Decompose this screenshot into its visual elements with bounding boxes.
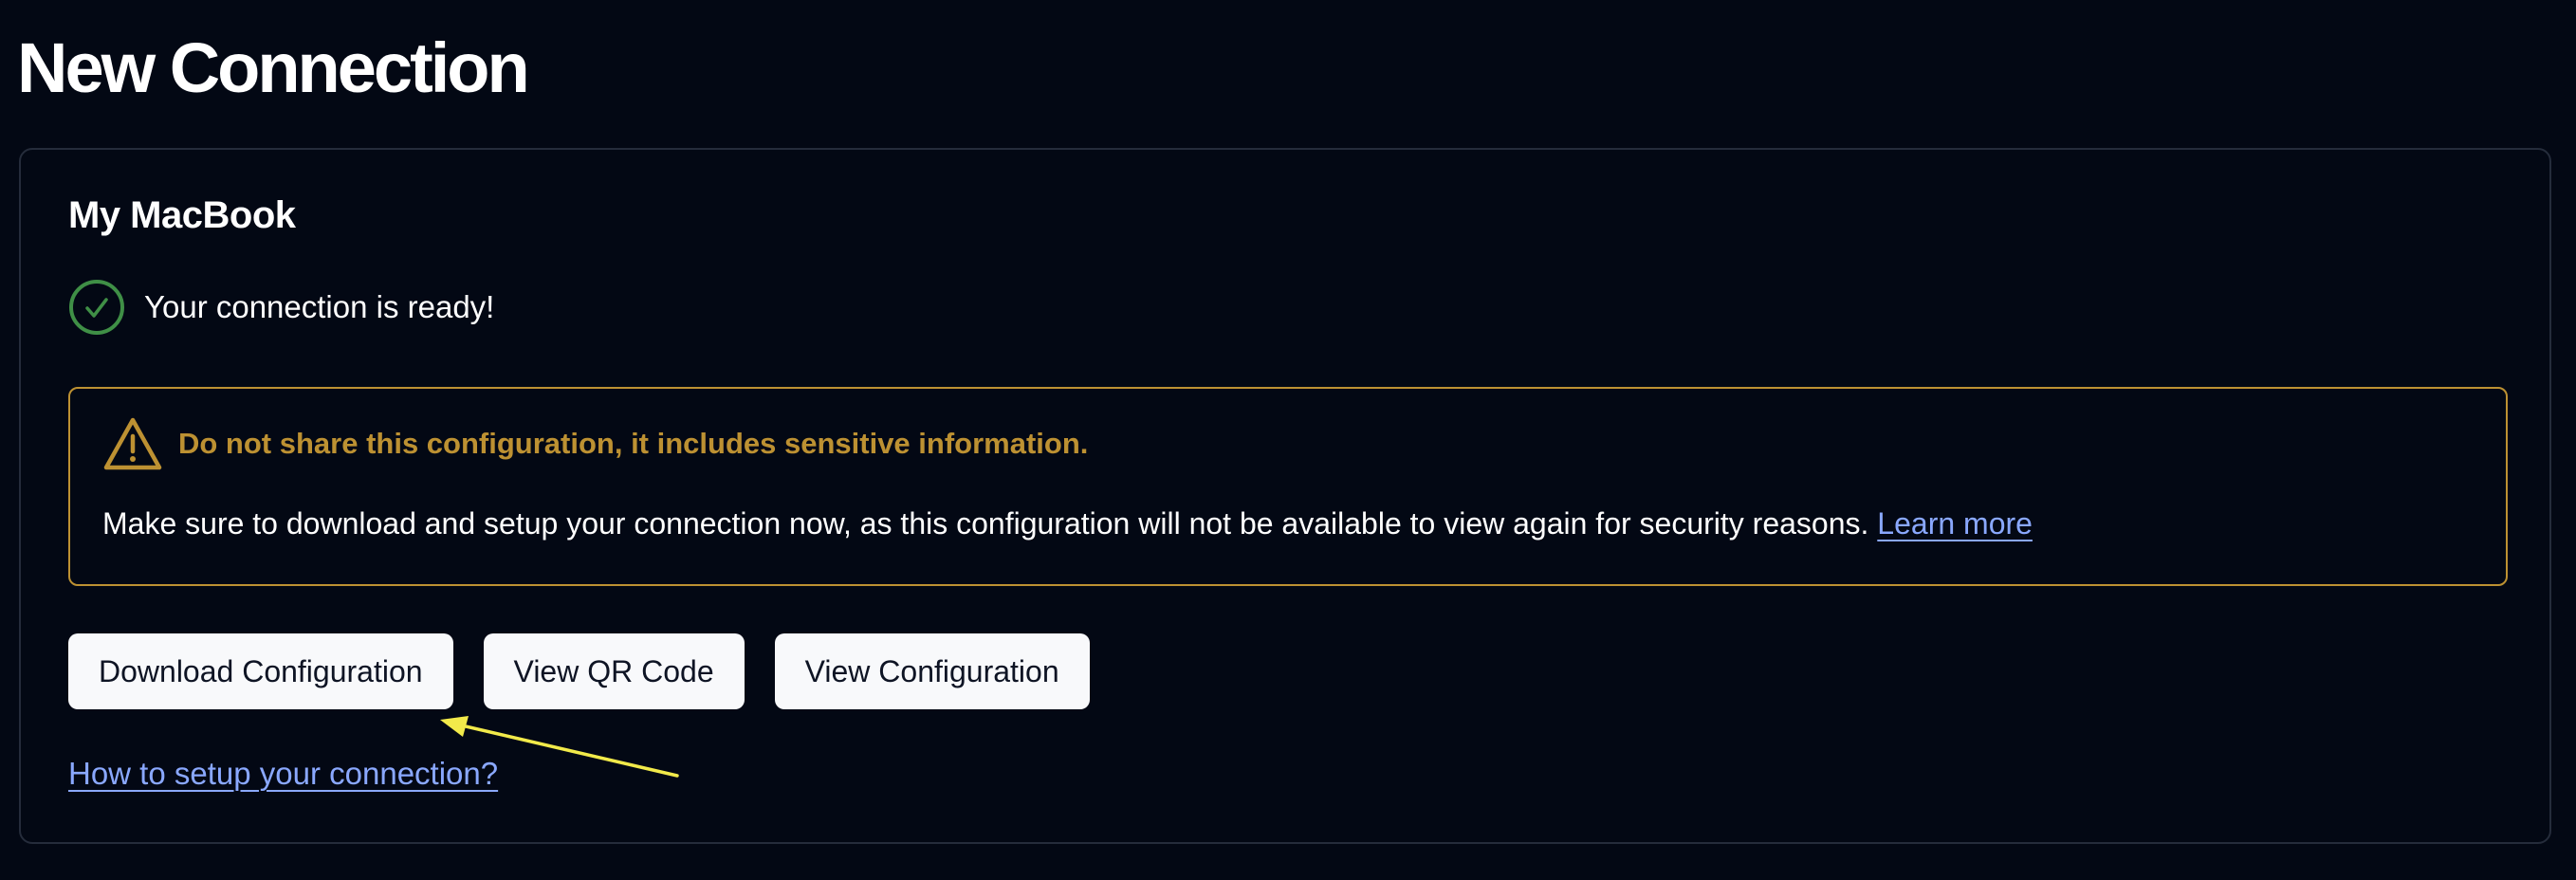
view-qr-code-button[interactable]: View QR Code <box>483 633 745 709</box>
connection-card: My MacBook Your connection is ready! Do … <box>19 148 2551 844</box>
device-name: My MacBook <box>68 194 296 236</box>
connection-status: Your connection is ready! <box>68 279 494 336</box>
warning-title: Do not share this configuration, it incl… <box>178 427 1089 460</box>
action-buttons: Download Configuration View QR Code View… <box>68 633 1120 709</box>
warning-callout: Do not share this configuration, it incl… <box>68 387 2508 586</box>
page: New Connection My MacBook Your connectio… <box>0 0 2576 880</box>
learn-more-link[interactable]: Learn more <box>1877 506 2033 541</box>
warning-triangle-icon <box>103 417 162 470</box>
setup-help-link[interactable]: How to setup your connection? <box>68 753 498 795</box>
check-circle-icon <box>69 280 124 335</box>
download-configuration-button[interactable]: Download Configuration <box>68 633 453 709</box>
warning-body-text: Make sure to download and setup your con… <box>102 506 1869 541</box>
warning-header: Do not share this configuration, it incl… <box>102 415 1088 472</box>
view-configuration-button[interactable]: View Configuration <box>774 633 1090 709</box>
warning-message: Make sure to download and setup your con… <box>102 503 2033 544</box>
page-title: New Connection <box>17 28 530 107</box>
status-text: Your connection is ready! <box>144 289 495 324</box>
